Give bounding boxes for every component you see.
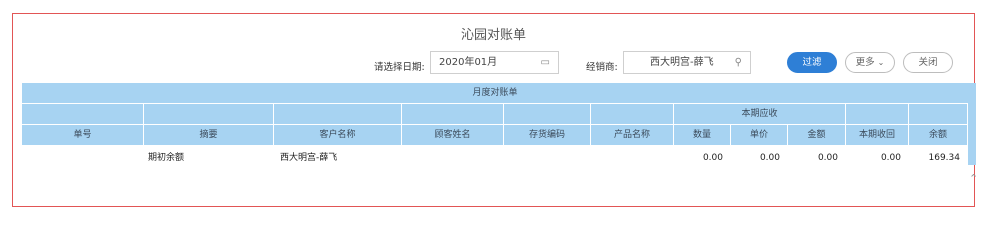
cell-amount: 0.00	[817, 153, 838, 163]
cell-received: 0.00	[880, 153, 901, 163]
table-group-header: 月度对账单	[22, 83, 969, 104]
col-header-summary[interactable]: 摘要	[144, 125, 274, 145]
calendar-icon[interactable]: ▭	[541, 52, 550, 73]
cell-product	[591, 146, 674, 170]
dealer-label: 经销商:	[586, 62, 618, 73]
date-value: 2020年01月	[439, 57, 498, 68]
cell-qty: 0.00	[702, 153, 723, 163]
more-button[interactable]: 更多 ⌄	[845, 52, 895, 73]
header-blank	[144, 104, 274, 124]
filter-button[interactable]: 过滤	[787, 52, 837, 73]
cell-stock-code	[504, 146, 591, 170]
col-header-customer[interactable]: 客户名称	[274, 125, 402, 145]
cell-guest	[402, 146, 504, 170]
col-header-balance[interactable]: 余额	[909, 125, 968, 145]
more-label: 更多	[855, 57, 875, 68]
header-blank	[591, 104, 674, 124]
dealer-value: 西大明宫-薛飞	[650, 57, 714, 68]
date-picker[interactable]: 2020年01月 ▭	[430, 51, 559, 74]
col-header-amount[interactable]: 金额	[788, 125, 846, 145]
table-period-header: 本期应收	[22, 104, 969, 125]
cell-balance: 169.34	[928, 153, 961, 163]
scroll-up-icon[interactable]: ⌃	[969, 172, 978, 185]
cell-customer: 西大明宫-薛飞	[280, 153, 338, 163]
table-column-header: 单号 摘要 客户名称 顾客姓名 存货编码 产品名称 数量 单价 金额 本期收回 …	[22, 125, 969, 146]
cell-price: 0.00	[759, 153, 780, 163]
col-header-no[interactable]: 单号	[22, 125, 144, 145]
cell-summary: 期初余额	[148, 153, 185, 163]
period-receivable-header: 本期应收	[674, 104, 846, 124]
chevron-down-icon: ⌄	[877, 58, 885, 67]
cell-no	[22, 146, 144, 170]
header-blank	[909, 104, 968, 124]
date-label: 请选择日期:	[374, 62, 425, 73]
group-title: 月度对账单	[472, 88, 518, 98]
col-header-product[interactable]: 产品名称	[591, 125, 674, 145]
header-blank	[22, 104, 144, 124]
statement-table: 月度对账单 本期应收 单号 摘要 客户名称 顾客姓名 存货编码 产品名称 数量 …	[22, 83, 969, 170]
dealer-search-field[interactable]: 西大明宫-薛飞 ⚲	[623, 51, 751, 74]
col-header-price[interactable]: 单价	[731, 125, 788, 145]
table-row[interactable]: 期初余额 西大明宫-薛飞 0.00 0.00 0.00 0.00 169.34	[22, 146, 969, 170]
search-icon[interactable]: ⚲	[735, 52, 742, 73]
col-header-stock-code[interactable]: 存货编码	[504, 125, 591, 145]
header-blank	[504, 104, 591, 124]
page-title: 沁园对账单	[460, 28, 526, 43]
header-blank	[402, 104, 504, 124]
col-header-qty[interactable]: 数量	[674, 125, 731, 145]
close-button[interactable]: 关闭	[903, 52, 953, 73]
statement-panel: 沁园对账单 请选择日期: 2020年01月 ▭ 经销商: 西大明宫-薛飞 ⚲ 过…	[12, 13, 978, 207]
header-blank	[274, 104, 402, 124]
table-scrollbar-header	[968, 83, 976, 165]
col-header-received[interactable]: 本期收回	[846, 125, 909, 145]
col-header-guest[interactable]: 顾客姓名	[402, 125, 504, 145]
header-blank	[846, 104, 909, 124]
